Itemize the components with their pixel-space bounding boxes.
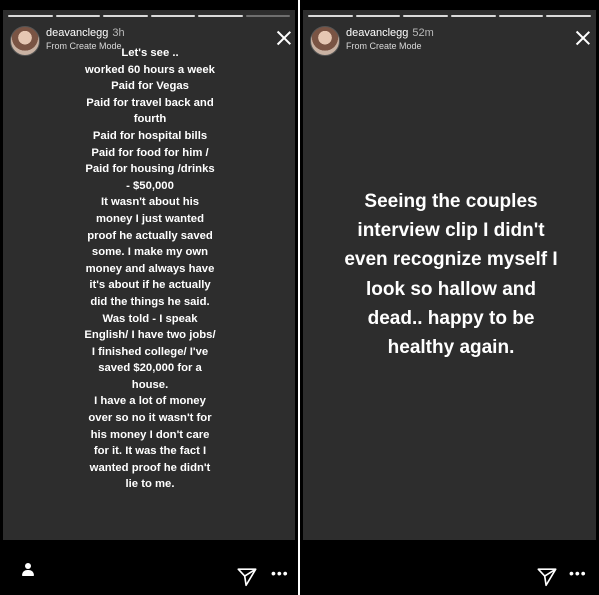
progress-segment (498, 15, 544, 17)
progress-segment (245, 15, 290, 17)
story-timestamp: 52m (412, 27, 434, 39)
story-text-line: over so no it wasn't for (88, 412, 212, 425)
story-text-line: Paid for housing /drinks (85, 163, 215, 176)
story-progress-bar (8, 15, 290, 17)
progress-segment (55, 15, 100, 17)
story-text-line: it's about if he actually (89, 279, 211, 292)
story-progress-bar (308, 15, 592, 17)
story-header-username[interactable]: deavanclegg 52m (346, 27, 434, 39)
progress-segment (546, 15, 592, 17)
progress-segment (308, 15, 353, 17)
story-text-line: dead.. happy to be (367, 307, 535, 329)
story-text-line: - $50,000 (126, 179, 174, 192)
story-text-line: saved $20,000 for a (98, 362, 202, 375)
story-subtitle: From Create Mode (346, 41, 422, 51)
story-header-username[interactable]: deavanclegg 3h (46, 27, 125, 39)
story-panel-left: deavanclegg 3h From Create Mode Let's see… (0, 0, 298, 595)
story-text-line: some. I make my own (91, 246, 209, 259)
avatar[interactable] (310, 26, 340, 56)
story-text-line: Paid for hospital bills (92, 129, 208, 142)
send-icon[interactable] (236, 566, 258, 588)
story-text-line: It wasn't about his (100, 196, 200, 209)
progress-segment (103, 15, 148, 17)
story-text-line: interview clip I didn't (357, 220, 545, 242)
story-text-line: even recognize myself I (344, 249, 558, 271)
story-text-line: I have a lot of money (94, 395, 206, 408)
story-text-line: for it. It was the fact I (93, 445, 207, 458)
avatar[interactable] (10, 26, 40, 56)
person-icon[interactable] (21, 563, 35, 579)
username-label[interactable]: deavanclegg (346, 27, 408, 39)
story-text-line: Paid for food for him / (91, 146, 209, 159)
story-text-line: money and always have (85, 262, 215, 275)
story-text-line: healthy again. (387, 337, 515, 359)
story-text-line: his money I don't care (90, 428, 210, 441)
close-icon[interactable] (274, 28, 294, 48)
story-text-line: fourth (133, 113, 167, 126)
story-text-line: I finished college/ I've (91, 345, 209, 358)
story-text-line: Was told - I speak (102, 312, 198, 325)
story-text-line: Let's see .. (121, 47, 179, 59)
story-text-line: look so hallow and (366, 278, 536, 300)
story-timestamp: 3h (112, 27, 125, 39)
progress-segment (403, 15, 449, 17)
story-text-line: lie to me. (125, 478, 175, 491)
progress-segment (8, 15, 53, 17)
story-text-line: money I just wanted (96, 212, 204, 225)
story-text-line: Paid for travel back and (86, 96, 214, 109)
story-text-line: proof he actually saved (87, 229, 213, 242)
close-icon[interactable] (573, 28, 593, 48)
story-text-line: Seeing the couples (364, 191, 538, 212)
story-text-line: wanted proof he didn't (89, 461, 211, 474)
story-text-line: did the things he said. (90, 295, 210, 308)
send-icon[interactable] (536, 566, 558, 588)
story-text-line: Paid for Vegas (111, 80, 189, 93)
progress-segment (198, 15, 243, 17)
more-options-icon[interactable]: ••• (271, 566, 291, 580)
progress-segment (150, 15, 195, 17)
username-label[interactable]: deavanclegg (46, 27, 108, 39)
story-text: Seeing the couples interview clip I didn'… (305, 187, 597, 362)
story-text-line: house. (131, 378, 169, 391)
story-text: Let's see .. worked 60 hours a week Paid f… (70, 45, 230, 493)
progress-segment (451, 15, 496, 17)
progress-segment (355, 15, 401, 17)
more-options-icon[interactable]: ••• (569, 566, 589, 580)
story-text-line: worked 60 hours a week (85, 63, 215, 76)
story-text-line: English/ I have two jobs/ (84, 329, 216, 342)
